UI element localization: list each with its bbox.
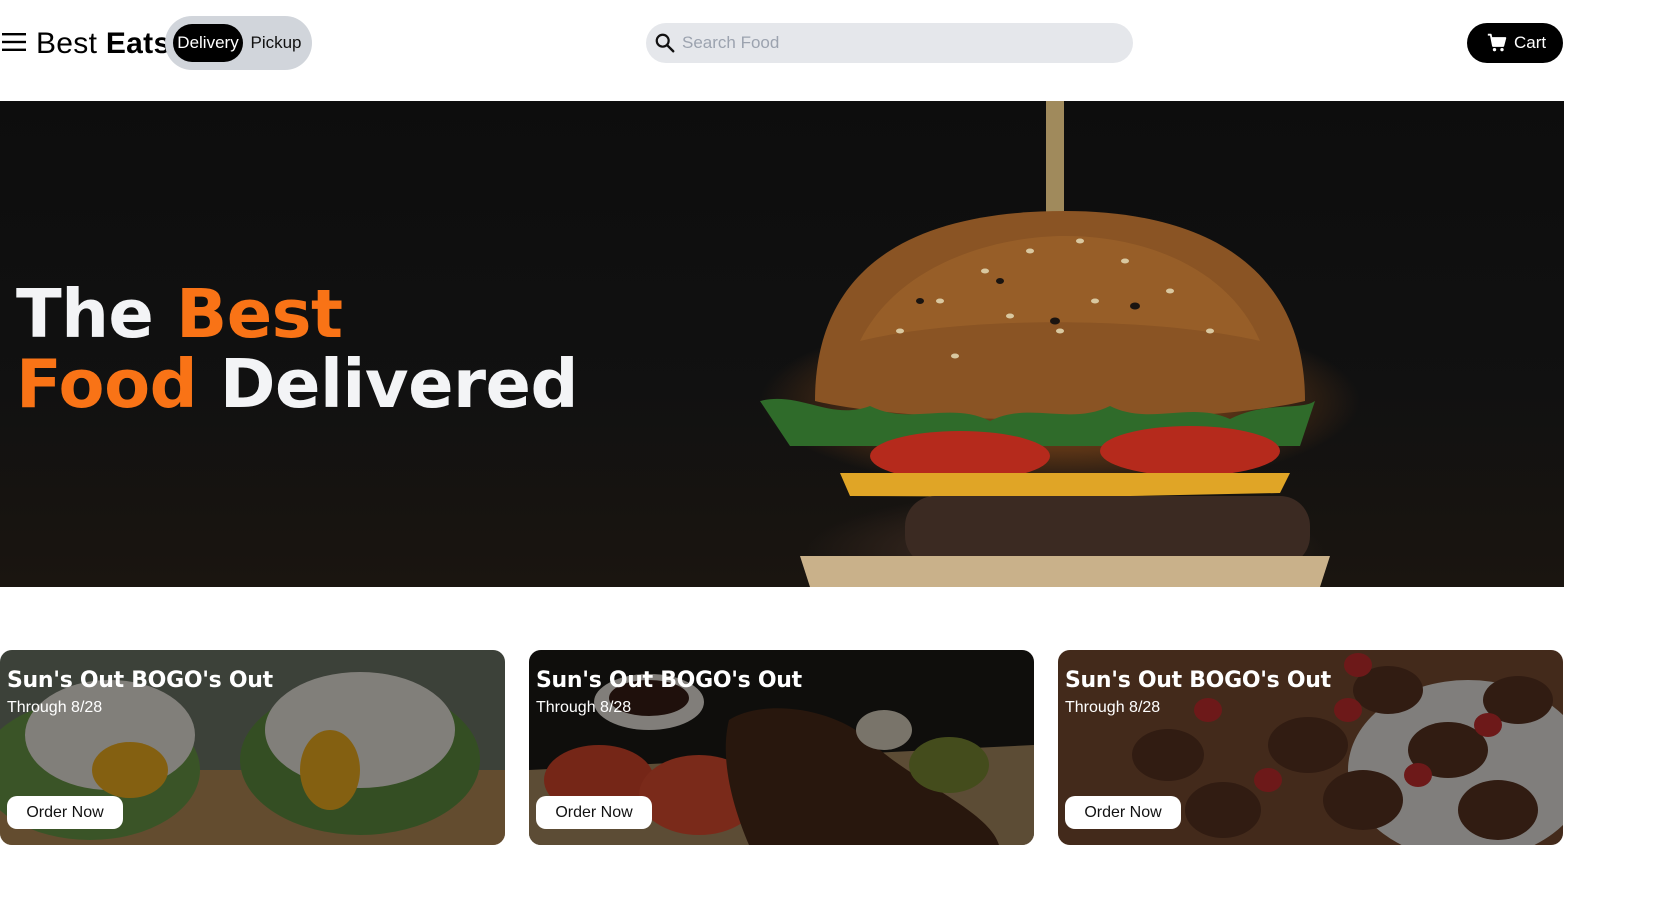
top-navbar: Best Eats Delivery Pickup Cart bbox=[0, 0, 1662, 100]
brand-logo[interactable]: Best Eats bbox=[36, 26, 170, 62]
hero-title: The Best Food Delivered bbox=[16, 279, 578, 419]
order-now-button[interactable]: Order Now bbox=[7, 796, 123, 829]
hero-word-best: Best bbox=[176, 275, 343, 353]
promo-subtitle: Through 8/28 bbox=[1065, 699, 1161, 716]
promo-title: Sun's Out BOGO's Out bbox=[7, 668, 273, 693]
order-now-button[interactable]: Order Now bbox=[1065, 796, 1181, 829]
cart-button[interactable]: Cart bbox=[1467, 23, 1563, 63]
hero-banner: The Best Food Delivered bbox=[0, 101, 1564, 587]
hero-title-line-2: Food Delivered bbox=[16, 349, 578, 419]
brand-bold: Eats bbox=[105, 27, 171, 60]
promo-title: Sun's Out BOGO's Out bbox=[536, 668, 802, 693]
pickup-option[interactable]: Pickup bbox=[247, 24, 305, 62]
order-now-button[interactable]: Order Now bbox=[536, 796, 652, 829]
search-bar bbox=[646, 23, 1133, 63]
cart-label: Cart bbox=[1514, 33, 1547, 52]
delivery-option[interactable]: Delivery bbox=[173, 24, 243, 62]
brand-light: Best bbox=[36, 27, 98, 60]
promo-title: Sun's Out BOGO's Out bbox=[1065, 668, 1331, 693]
search-input[interactable] bbox=[682, 23, 1122, 63]
hero-word-food: Food bbox=[16, 345, 198, 423]
hero-title-line-1: The Best bbox=[16, 279, 578, 349]
promo-card: Sun's Out BOGO's Out Through 8/28 Order … bbox=[529, 650, 1034, 845]
delivery-pickup-toggle: Delivery Pickup bbox=[165, 16, 312, 70]
promo-card: Sun's Out BOGO's Out Through 8/28 Order … bbox=[1058, 650, 1563, 845]
promo-subtitle: Through 8/28 bbox=[536, 699, 632, 716]
promo-subtitle: Through 8/28 bbox=[7, 699, 103, 716]
hero-word-the: The bbox=[16, 275, 154, 353]
promo-card: Sun's Out BOGO's Out Through 8/28 Order … bbox=[0, 650, 505, 845]
cart-icon bbox=[1487, 33, 1507, 52]
search-icon bbox=[655, 33, 675, 53]
menu-icon[interactable] bbox=[2, 30, 26, 54]
hero-word-delivered: Delivered bbox=[219, 345, 579, 423]
